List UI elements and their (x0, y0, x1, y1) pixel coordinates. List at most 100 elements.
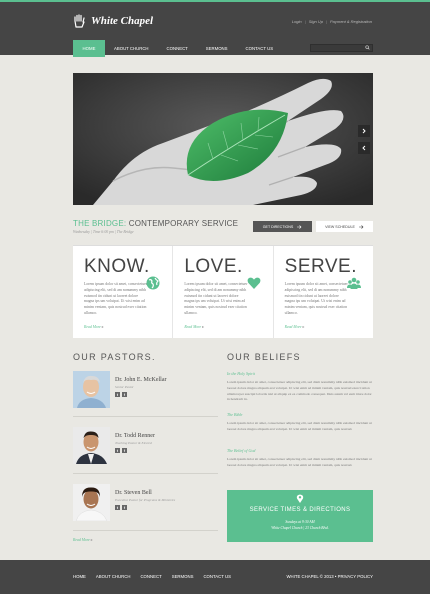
event-title[interactable]: The Bridge: Contemporary Service (73, 219, 238, 228)
feature-text: Lorem ipsum dolor sit amet, consectetuer… (284, 282, 348, 315)
pastor-photo[interactable] (73, 371, 110, 408)
facebook-icon[interactable]: f (122, 448, 127, 453)
event-block: The Bridge: Contemporary Service Wednesd… (73, 219, 238, 234)
pastors-heading: Our Pastors. (73, 352, 156, 362)
feature-love: LOVE. Lorem ipsum dolor sit amet, consec… (172, 246, 272, 338)
nav-connect[interactable]: Connect (158, 40, 197, 57)
logo[interactable]: White Chapel (73, 14, 153, 28)
feature-read-more[interactable]: Read More ▸ (84, 324, 172, 329)
arrow-right-icon (297, 224, 302, 229)
pastor-role: Executive Pastor for Programs & Ministri… (115, 498, 176, 502)
belief-text: Lorem ipsum dolor sit amet, consectetuer… (227, 380, 372, 402)
nav-contact-us[interactable]: Contact Us (237, 40, 283, 57)
facebook-icon[interactable]: f (122, 505, 127, 510)
divider (73, 530, 218, 531)
hero-slider (73, 73, 373, 205)
feature-know: KNOW. Lorem ipsum dolor sit amet, consec… (73, 246, 172, 338)
feature-heading: KNOW. (84, 256, 150, 277)
view-schedule-button[interactable]: View Schedule (316, 221, 373, 232)
people-icon (346, 277, 361, 289)
pastor-card: Dr. John E. McKellar Senior Pastor t f (73, 371, 218, 409)
pastor-role: Senior Pastor (115, 385, 134, 389)
feature-text: Lorem ipsum dolor sit amet, consectetuer… (184, 282, 248, 315)
brand-name: White Chapel (91, 15, 154, 27)
belief-title[interactable]: In the Holy Spirit (227, 371, 373, 376)
divider (73, 416, 218, 417)
globe-icon (146, 276, 160, 290)
footer-nav: Home About Church Connect Sermons Contac… (73, 574, 231, 579)
arrow-icon: ▸ (90, 538, 93, 542)
belief-item: The Belief of God Lorem ipsum dolor sit … (227, 448, 373, 469)
belief-title[interactable]: The Belief of God (227, 448, 373, 453)
arrow-icon: ▸ (202, 324, 205, 329)
belief-title[interactable]: The Bible (227, 412, 373, 417)
feature-heading: LOVE. (184, 256, 243, 277)
payment-link[interactable]: Payment & Registration (330, 19, 372, 24)
get-directions-button[interactable]: Get Directions (253, 221, 312, 232)
signup-link[interactable]: Sign Up (309, 19, 323, 24)
twitter-icon[interactable]: t (115, 448, 120, 453)
footer-nav-connect[interactable]: Connect (140, 574, 161, 579)
service-title: Service Times & Directions (249, 507, 351, 513)
pastor-name[interactable]: Dr. Steven Bell (115, 490, 152, 496)
pastor-photo[interactable] (73, 484, 110, 521)
pastor-card: Dr. Todd Renner Teaching Pastor & Electe… (73, 427, 218, 465)
footer-nav-sermons[interactable]: Sermons (172, 574, 194, 579)
service-times-box[interactable]: Service Times & Directions Sundays at 9:… (227, 490, 373, 542)
slider-prev-button[interactable] (358, 142, 370, 154)
search-box (310, 44, 373, 52)
search-icon[interactable] (365, 45, 370, 50)
chevron-left-icon (362, 145, 366, 151)
arrow-right-icon (358, 224, 364, 229)
main-nav: Home About Church Connect Sermons Contac… (73, 40, 282, 57)
copyright[interactable]: White Chapel © 2013 • Privacy Policy (287, 574, 374, 579)
get-directions-label: Get Directions (262, 224, 294, 229)
features-panel: KNOW. Lorem ipsum dolor sit amet, consec… (73, 245, 373, 338)
hand-with-leaf-image (73, 73, 373, 205)
slider-next-button[interactable] (358, 125, 370, 137)
divider (73, 473, 218, 474)
event-title-rest: Contemporary Service (128, 219, 239, 228)
footer: Home About Church Connect Sermons Contac… (0, 560, 430, 594)
twitter-icon[interactable]: t (115, 392, 120, 397)
social-links: t f (115, 392, 127, 397)
heart-icon (247, 277, 261, 289)
nav-about-church[interactable]: About Church (105, 40, 158, 57)
twitter-icon[interactable]: t (115, 505, 120, 510)
top-links: Login | Sign Up | Payment & Registration (291, 19, 372, 24)
hand-logo-icon (74, 14, 85, 28)
header-bar: White Chapel Login | Sign Up | Payment & R… (0, 0, 430, 57)
service-address: White Chapel Church | 23 Church Blvd. (271, 526, 329, 530)
feature-serve: SERVE. Lorem ipsum dolor sit amet, conse… (272, 246, 373, 338)
pastor-card: Dr. Steven Bell Executive Pastor for Pro… (73, 484, 218, 522)
nav-home[interactable]: Home (73, 40, 105, 57)
event-title-accent: The Bridge: (73, 219, 127, 228)
login-link[interactable]: Login (292, 19, 302, 24)
belief-text: Lorem ipsum dolor sit amet, consectetuer… (227, 421, 372, 431)
chevron-right-icon (362, 128, 366, 134)
pastors-read-more[interactable]: Read More ▸ (73, 537, 93, 542)
map-pin-icon (296, 494, 304, 503)
pastor-photo[interactable] (73, 427, 110, 464)
pastor-name[interactable]: Dr. Todd Renner (115, 433, 155, 439)
search-input[interactable] (311, 45, 366, 51)
beliefs-heading: Our Beliefs (227, 352, 301, 362)
feature-read-more[interactable]: Read More ▸ (285, 324, 373, 329)
nav-sermons[interactable]: Sermons (197, 40, 237, 57)
feature-heading: SERVE. (284, 256, 358, 277)
service-time: Sundays at 9:30 AM (285, 520, 315, 524)
feature-read-more[interactable]: Read More ▸ (184, 324, 272, 329)
belief-item: The Bible Lorem ipsum dolor sit amet, co… (227, 412, 373, 433)
social-links: t f (115, 448, 127, 453)
view-schedule-label: View Schedule (325, 224, 355, 229)
footer-nav-home[interactable]: Home (73, 574, 86, 579)
pastor-role: Teaching Pastor & Elected (115, 441, 152, 445)
feature-text: Lorem ipsum dolor sit amet, consectetuer… (84, 282, 148, 315)
pastor-name[interactable]: Dr. John E. McKellar (115, 377, 167, 383)
footer-nav-contact-us[interactable]: Contact Us (203, 574, 231, 579)
facebook-icon[interactable]: f (122, 392, 127, 397)
arrow-icon: ▸ (101, 324, 104, 329)
belief-item: In the Holy Spirit Lorem ipsum dolor sit… (227, 371, 373, 403)
footer-nav-about-church[interactable]: About Church (96, 574, 131, 579)
event-meta: Wednesday | Time 6:00 pm | The Bridge (73, 230, 134, 234)
